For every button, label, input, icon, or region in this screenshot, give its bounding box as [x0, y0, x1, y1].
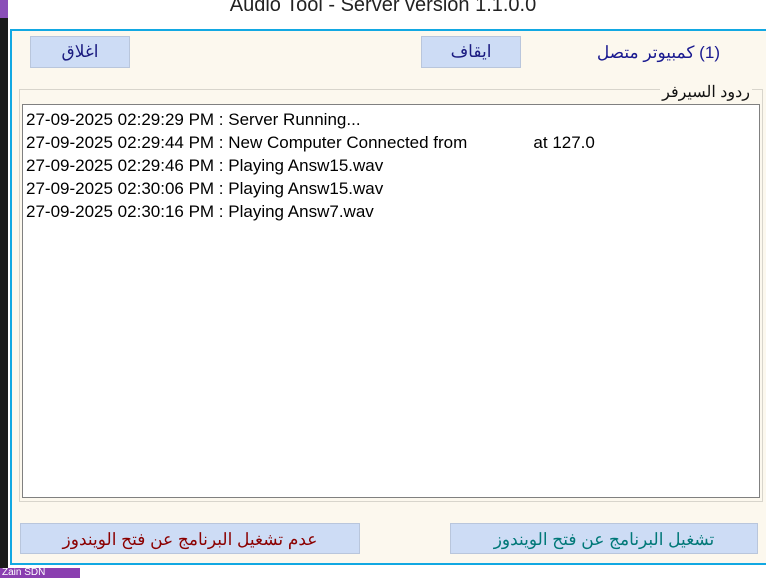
app-window: اغلاق ايقاف (1) كمبيوتر متصل ردود السيرف…: [10, 29, 766, 565]
server-responses-group: ردود السيرفر 27-09-2025 02:29:29 PM : Se…: [19, 82, 763, 502]
desktop-edge: [0, 0, 8, 578]
log-row: 27-09-2025 02:30:06 PM : Playing Answ15.…: [26, 179, 384, 198]
log-row: 27-09-2025 02:30:16 PM : Playing Answ7.w…: [26, 202, 374, 221]
enable-startup-button[interactable]: تشغيل البرنامج عن فتح الويندوز: [450, 523, 758, 554]
window-title: Audio Tool - Server version 1.1.0.0: [229, 0, 537, 16]
log-row: 27-09-2025 02:29:44 PM : New Computer Co…: [26, 133, 595, 152]
log-list[interactable]: 27-09-2025 02:29:29 PM : Server Running.…: [22, 104, 760, 498]
log-row: 27-09-2025 02:29:46 PM : Playing Answ15.…: [26, 156, 384, 175]
stop-button[interactable]: ايقاف: [421, 36, 521, 68]
connected-count-label: (1) كمبيوتر متصل: [596, 43, 720, 62]
group-label: ردود السيرفر: [660, 82, 752, 102]
disable-startup-button[interactable]: عدم تشغيل البرنامج عن فتح الويندوز: [20, 523, 360, 554]
taskbar-item[interactable]: Zain SDN: [0, 568, 80, 578]
close-button[interactable]: اغلاق: [30, 36, 130, 68]
log-row: 27-09-2025 02:29:29 PM : Server Running.…: [26, 110, 361, 129]
